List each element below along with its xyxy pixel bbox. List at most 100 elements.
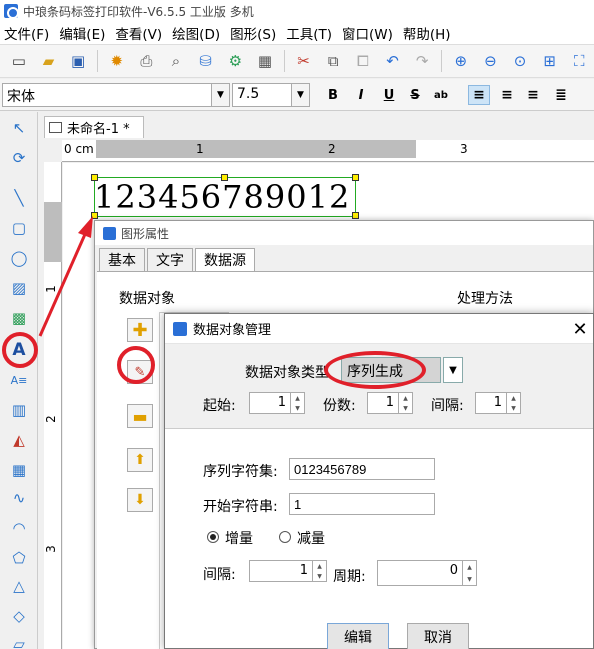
tab-text[interactable]: 文字 [147,248,193,272]
save-icon[interactable]: ▣ [67,50,89,72]
grid-icon[interactable]: ▦ [254,50,276,72]
paste-icon[interactable]: ⧠ [352,50,374,72]
menu-edit[interactable]: 编辑(E) [55,23,111,43]
move-down-icon[interactable]: ⬇ [127,488,153,512]
rich-text-tool-icon[interactable]: A≡ [7,368,31,392]
copies-label: 份数: [323,398,356,414]
font-family-select[interactable]: 宋体 ▼ [2,83,230,107]
interval-stepper[interactable]: 1 ▲ ▼ [475,392,521,414]
select-pointer-icon[interactable]: ↖ [7,116,31,140]
zoom-page-icon[interactable]: ⊞ [539,50,561,72]
diamond-tool-icon[interactable]: ◇ [7,604,31,628]
stepper-arrows-icon[interactable]: ▲ ▼ [398,393,412,413]
settings-gear-icon[interactable]: ✹ [106,50,128,72]
menu-file[interactable]: 文件(F) [0,23,55,43]
underline-button[interactable]: U [378,85,400,105]
strikethrough-button[interactable]: S [404,85,426,105]
dialog-title: 数据对象管理 [193,323,272,338]
align-right-icon[interactable]: ≡ [522,85,544,105]
zoom-in-icon[interactable]: ⊕ [450,50,472,72]
database-icon[interactable]: ⛁ [195,50,217,72]
properties-tabs: 基本 文字 数据源 [99,248,257,272]
rectangle-tool-icon[interactable]: ▢ [7,216,31,240]
menu-window[interactable]: 窗口(W) [338,23,399,43]
decrease-radio[interactable] [279,531,291,543]
menu-help[interactable]: 帮助(H) [399,23,457,43]
open-folder-icon[interactable]: ▰ [38,50,60,72]
toolbar-divider [96,50,98,72]
ellipse-tool-icon[interactable]: ◯ [7,246,31,270]
rotate-icon[interactable]: ⟳ [7,146,31,170]
polygon-tool-icon[interactable]: ⬠ [7,546,31,570]
menu-tools[interactable]: 工具(T) [282,23,338,43]
stepper-arrows-icon[interactable]: ▲ ▼ [462,561,476,585]
menu-bar: 文件(F) 编辑(E) 查看(V) 绘图(D) 图形(S) 工具(T) 窗口(W… [0,22,594,44]
shape-tool-icon[interactable]: ◭ [7,428,31,452]
step-label: 间隔: [203,567,236,583]
edit-button[interactable]: 编辑 [327,623,389,649]
menu-view[interactable]: 查看(V) [111,23,168,43]
resize-handle[interactable] [352,212,359,219]
selection-box [94,177,356,217]
redo-icon[interactable]: ↷ [411,50,433,72]
image-tool-icon[interactable]: ▨ [7,276,31,300]
delete-data-object-icon[interactable]: ▬ [127,404,153,428]
resize-handle[interactable] [91,212,98,219]
tab-data-source[interactable]: 数据源 [195,248,255,272]
close-icon[interactable]: ✕ [567,314,593,344]
print-icon[interactable]: ⎙ [136,50,158,72]
annotation-ring-type-select [324,351,426,389]
new-file-icon[interactable]: ▭ [8,50,30,72]
italic-button[interactable]: I [350,85,372,105]
period-stepper[interactable]: 0 ▲ ▼ [377,560,477,586]
resize-handle[interactable] [352,174,359,181]
menu-shape[interactable]: 图形(S) [226,23,282,43]
ruler-shade [96,140,416,158]
letter-spacing-button[interactable]: ab [430,85,452,105]
print-preview-icon[interactable]: ⌕ [165,50,187,72]
add-data-object-icon[interactable]: ✚ [127,318,153,342]
charset-input[interactable] [289,458,435,480]
document-tab[interactable]: 未命名-1 * [44,116,144,138]
zoom-fit-icon[interactable]: ⊙ [509,50,531,72]
toolbar-divider [283,50,285,72]
menu-draw[interactable]: 绘图(D) [168,23,226,43]
qrcode-tool-icon[interactable]: ▦ [7,458,31,482]
resize-handle[interactable] [221,174,228,181]
undo-icon[interactable]: ↶ [382,50,404,72]
barcode-tool-icon[interactable]: ▥ [7,398,31,422]
cut-icon[interactable]: ✂ [293,50,315,72]
font-size-select[interactable]: 7.5 ▼ [232,83,310,107]
increase-radio[interactable] [207,531,219,543]
arc-tool-icon[interactable]: ◠ [7,516,31,540]
zoom-out-icon[interactable]: ⊖ [480,50,502,72]
step-stepper[interactable]: 1 ▲ ▼ [249,560,327,582]
picture-tool-icon[interactable]: ▩ [7,306,31,330]
stepper-arrows-icon[interactable]: ▲ ▼ [312,561,326,581]
more-tools-icon[interactable]: ▱ [7,632,31,649]
align-center-icon[interactable]: ≡ [496,85,518,105]
chevron-down-icon[interactable]: ▼ [211,84,229,106]
start-string-input[interactable] [289,493,435,515]
fullscreen-icon[interactable]: ⛶ [568,50,590,72]
move-up-icon[interactable]: ⬆ [127,448,153,472]
copy-icon[interactable]: ⧉ [322,50,344,72]
line-tool-icon[interactable]: ╲ [7,186,31,210]
align-justify-icon[interactable]: ≣ [550,85,572,105]
curve-tool-icon[interactable]: ∿ [7,486,31,510]
stepper-arrows-icon[interactable]: ▲ ▼ [506,393,520,413]
triangle-tool-icon[interactable]: △ [7,574,31,598]
tab-basic[interactable]: 基本 [99,248,145,272]
bold-button[interactable]: B [322,85,344,105]
ruler-mark: 2 [328,142,336,156]
resize-handle[interactable] [91,174,98,181]
chevron-down-icon[interactable]: ▼ [291,84,309,106]
align-left-icon[interactable]: ≡ [468,85,490,105]
stepper-arrows-icon[interactable]: ▲ ▼ [290,393,304,413]
chevron-down-icon[interactable]: ▼ [443,357,463,383]
start-stepper[interactable]: 1 ▲ ▼ [249,392,305,414]
copies-stepper[interactable]: 1 ▲ ▼ [367,392,413,414]
interval-label: 间隔: [431,398,464,414]
cancel-button[interactable]: 取消 [407,623,469,649]
database-settings-icon[interactable]: ⚙ [224,50,246,72]
